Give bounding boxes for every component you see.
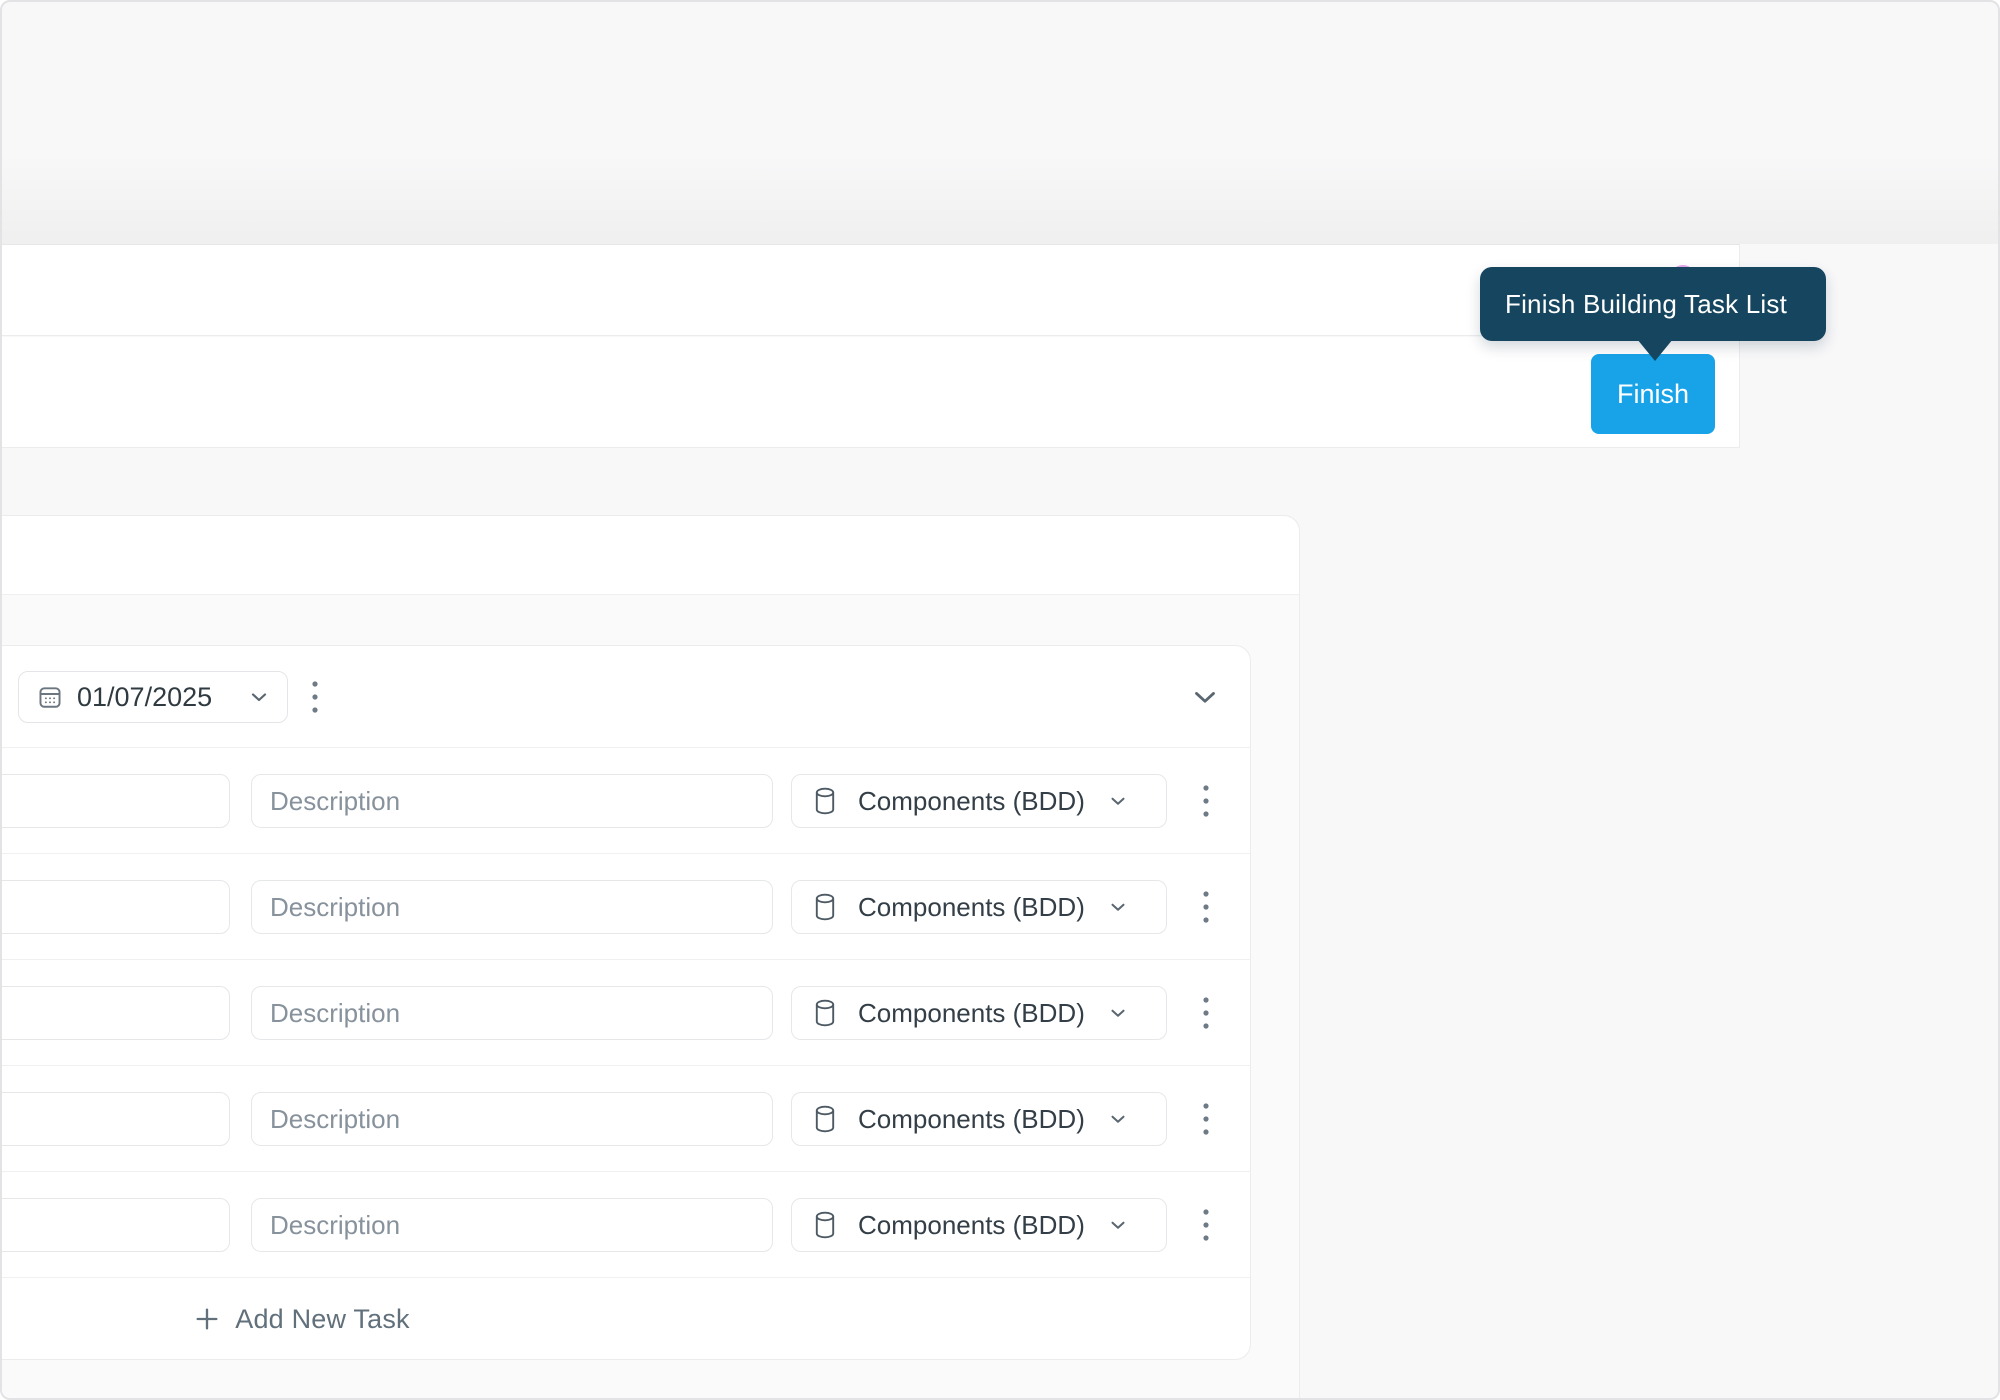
task-name-input[interactable] <box>2 1092 230 1146</box>
task-row: Components (BDD) <box>2 1172 1250 1278</box>
task-row: Components (BDD) <box>2 1066 1250 1172</box>
app-screen: Finish Building Task List Finish 01/07/2… <box>0 0 2000 1400</box>
task-description-input[interactable] <box>251 1198 773 1252</box>
category-label: Components (BDD) <box>858 997 1085 1028</box>
task-name-input[interactable] <box>2 880 230 934</box>
date-kebab-menu-button[interactable] <box>293 672 337 722</box>
category-label: Components (BDD) <box>858 891 1085 922</box>
top-shadow <box>2 152 1998 244</box>
category-label: Components (BDD) <box>858 785 1085 816</box>
category-dropdown[interactable]: Components (BDD) <box>791 880 1167 934</box>
content-card-header <box>2 516 1299 595</box>
chevron-down-icon <box>1107 1108 1129 1130</box>
task-name-input[interactable] <box>2 1198 230 1252</box>
tooltip: Finish Building Task List <box>1480 267 1826 361</box>
task-description-input[interactable] <box>251 880 773 934</box>
finish-button-label: Finish <box>1616 378 1690 409</box>
chevron-down-icon <box>247 685 271 709</box>
task-name-input[interactable] <box>2 986 230 1040</box>
task-list-card: 01/07/2025 Description Components (BDD) … <box>2 645 1251 1360</box>
database-icon <box>814 1105 836 1133</box>
task-kebab-menu-button[interactable] <box>1184 1094 1228 1144</box>
add-task-row: Add New Task <box>2 1278 1250 1359</box>
add-new-task-label: Add New Task <box>235 1303 410 1334</box>
database-icon <box>814 893 836 921</box>
plus-icon <box>193 1305 221 1333</box>
category-dropdown[interactable]: Components (BDD) <box>791 1092 1167 1146</box>
task-row: Components (BDD) <box>2 960 1250 1066</box>
date-row: 01/07/2025 <box>2 646 1250 748</box>
task-kebab-menu-button[interactable] <box>1184 988 1228 1038</box>
category-dropdown[interactable]: Components (BDD) <box>791 774 1167 828</box>
category-dropdown[interactable]: Components (BDD) <box>791 1198 1167 1252</box>
database-icon <box>814 999 836 1027</box>
collapse-section-button[interactable] <box>1183 673 1227 721</box>
tooltip-label: Finish Building Task List <box>1505 288 1787 319</box>
task-kebab-menu-button[interactable] <box>1184 1200 1228 1250</box>
tooltip-arrow-icon <box>1637 339 1673 361</box>
database-icon <box>814 1211 836 1239</box>
toolbar-row <box>2 337 1740 448</box>
add-new-task-button[interactable]: Add New Task <box>187 1303 416 1336</box>
chevron-down-icon <box>1107 1002 1129 1024</box>
task-kebab-menu-button[interactable] <box>1184 882 1228 932</box>
chevron-down-icon <box>1107 790 1129 812</box>
chevron-down-icon <box>1107 896 1129 918</box>
task-name-input[interactable] <box>2 774 230 828</box>
chevron-down-icon <box>1107 1214 1129 1236</box>
category-label: Components (BDD) <box>858 1103 1085 1134</box>
task-description-input[interactable] <box>251 774 773 828</box>
category-dropdown[interactable]: Components (BDD) <box>791 986 1167 1040</box>
finish-button[interactable]: Finish <box>1591 354 1715 434</box>
database-icon <box>814 787 836 815</box>
task-description-input[interactable] <box>251 1092 773 1146</box>
calendar-icon <box>37 684 63 710</box>
task-kebab-menu-button[interactable] <box>1184 776 1228 826</box>
task-row: Components (BDD) <box>2 748 1250 854</box>
date-value: 01/07/2025 <box>77 681 213 712</box>
task-description-input[interactable] <box>251 986 773 1040</box>
task-row: Components (BDD) <box>2 854 1250 960</box>
date-picker-button[interactable]: 01/07/2025 <box>18 671 288 723</box>
category-label: Components (BDD) <box>858 1209 1085 1240</box>
